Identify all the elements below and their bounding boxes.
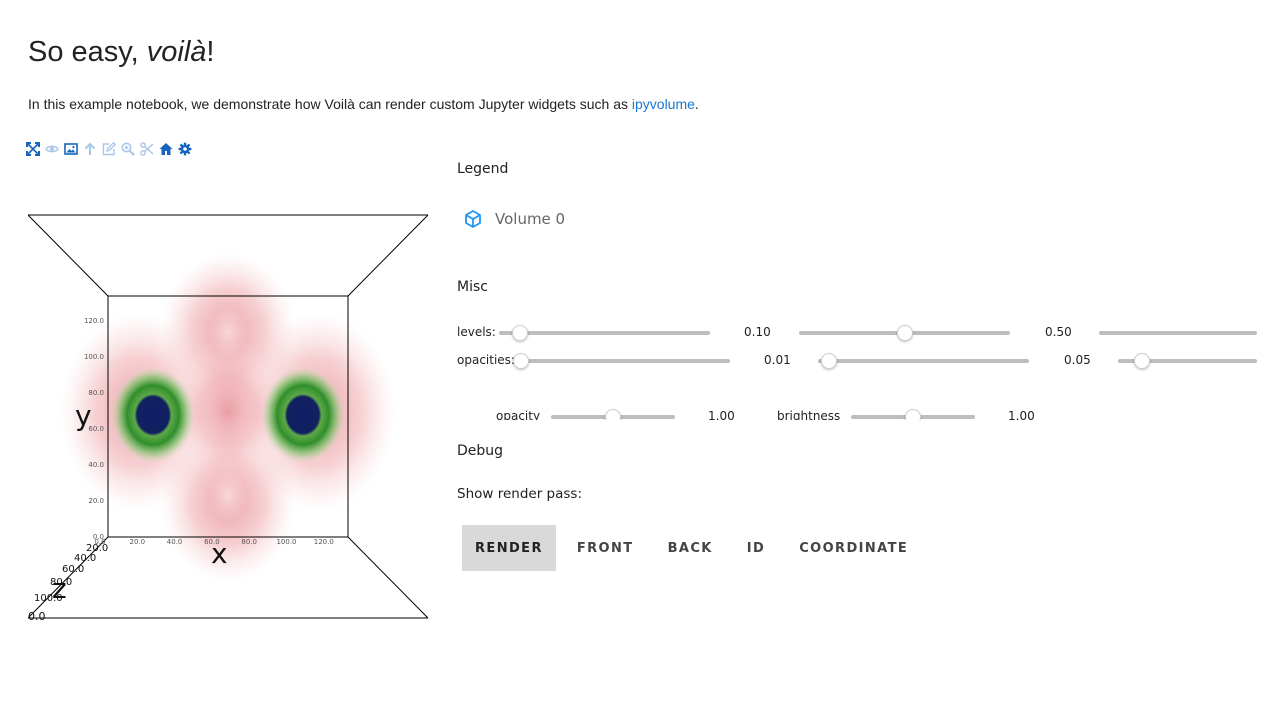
levels-slider-2[interactable]: [799, 325, 1010, 341]
zoom-icon[interactable]: [119, 140, 136, 157]
render-button[interactable]: RENDER: [462, 525, 556, 571]
x-tick-label: 100.0: [276, 538, 296, 546]
opacity-label: opacity: [496, 409, 541, 420]
opacities-label: opacities:: [457, 353, 515, 367]
y-tick-label: 20.0: [88, 497, 104, 505]
y-tick-label: 40.0: [88, 461, 104, 469]
eye-icon[interactable]: [43, 140, 60, 157]
z-axis-ticks: 20.040.060.080.0100.0: [34, 543, 108, 604]
image-icon[interactable]: [62, 140, 79, 157]
brightness-label: brightness: [777, 409, 841, 420]
levels-label: levels:: [457, 325, 496, 339]
back-button[interactable]: BACK: [655, 525, 726, 571]
arrow-up-icon[interactable]: [81, 140, 98, 157]
brightness-slider[interactable]: [851, 409, 975, 420]
debug-title: Debug: [457, 443, 504, 459]
legend-item-volume[interactable]: Volume 0: [463, 209, 565, 229]
render-pass-toggle-group: RENDER FRONT BACK ID COORDINATE: [462, 525, 921, 571]
page-title: So easy, voilà!: [28, 36, 215, 68]
brightness-value: 1.00: [1008, 409, 1035, 420]
z-axis-label: z: [52, 572, 67, 605]
front-button[interactable]: FRONT: [564, 525, 647, 571]
x-tick-label: 20.0: [130, 538, 146, 546]
y-tick-label: 120.0: [84, 317, 104, 325]
legend-title: Legend: [457, 161, 509, 177]
scissors-icon[interactable]: [138, 140, 155, 157]
gear-icon[interactable]: [176, 140, 193, 157]
volume-canvas[interactable]: 0.020.040.060.080.0100.0120.0 0.0 20.0 40.…: [28, 212, 430, 624]
misc-title: Misc: [457, 279, 488, 295]
control-panel: Legend Volume 0 Misc levels: 0.10 0.50 o…: [457, 0, 1280, 720]
y-tick-label: 80.0: [88, 389, 104, 397]
volume-render: [60, 252, 396, 582]
levels-slider-3[interactable]: [1099, 325, 1257, 341]
render-pass-label: Show render pass:: [457, 486, 583, 502]
figure-toolbar: [24, 140, 193, 157]
x-tick-label: 40.0: [167, 538, 183, 546]
id-button[interactable]: ID: [734, 525, 778, 571]
coordinate-button[interactable]: COORDINATE: [786, 525, 921, 571]
fullscreen-icon[interactable]: [24, 140, 41, 157]
x-tick-label: 80.0: [241, 538, 257, 546]
opacities-slider-1[interactable]: [513, 353, 730, 369]
opacities-value-2: 0.05: [1064, 353, 1091, 367]
z-tick-label: 40.0: [74, 553, 96, 564]
x-tick-label: 120.0: [314, 538, 334, 546]
levels-value-1: 0.10: [744, 325, 771, 339]
y-axis-label: y: [75, 399, 92, 432]
opacity-slider[interactable]: [551, 409, 675, 420]
z-origin-label: 0.0: [28, 610, 46, 623]
levels-slider-1[interactable]: [499, 325, 710, 341]
cube-icon: [465, 210, 481, 228]
opacities-slider-2[interactable]: [818, 353, 1029, 369]
levels-value-2: 0.50: [1045, 325, 1072, 339]
opacity-value: 1.00: [708, 409, 735, 420]
x-axis-label: x: [211, 537, 228, 570]
home-icon[interactable]: [157, 140, 174, 157]
opacities-value-1: 0.01: [764, 353, 791, 367]
y-tick-label: 100.0: [84, 353, 104, 361]
opacities-slider-3[interactable]: [1118, 353, 1257, 369]
legend-item-label: Volume 0: [495, 210, 566, 228]
edit-icon[interactable]: [100, 140, 117, 157]
opacity-brightness-row: opacity 1.00 brightness 1.00: [457, 402, 1280, 420]
